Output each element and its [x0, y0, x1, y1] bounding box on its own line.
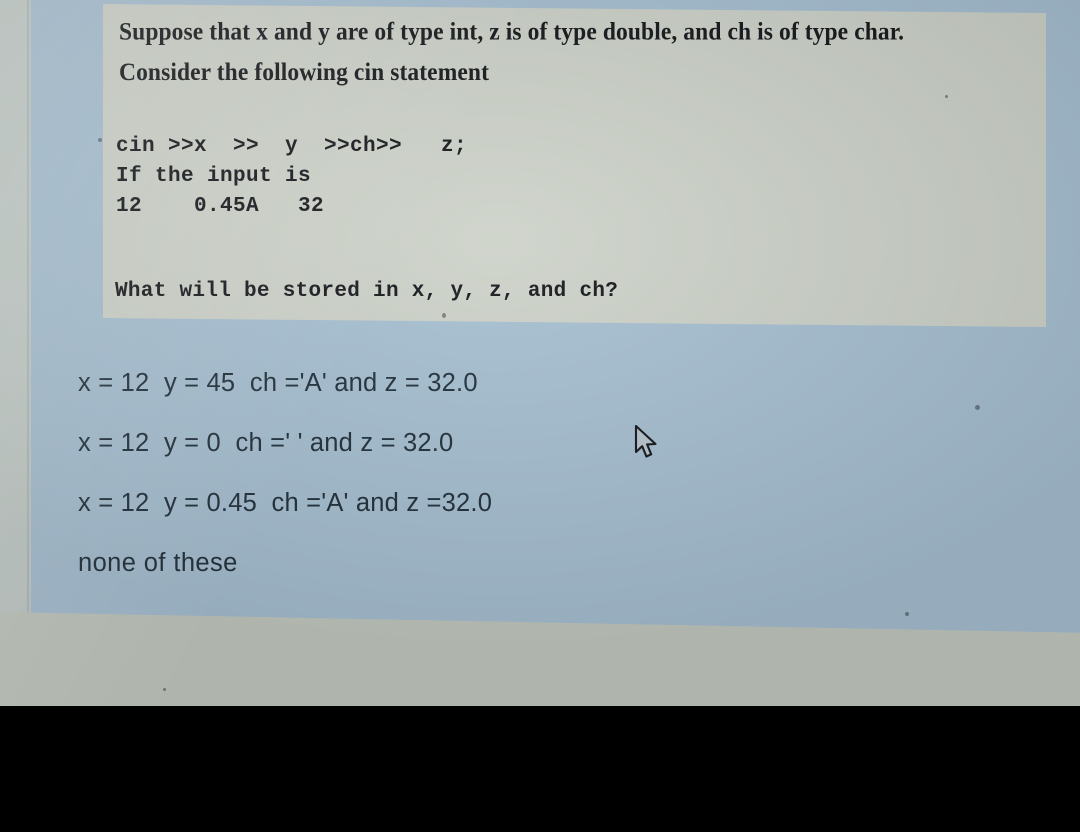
screenshot-root: Suppose that x and y are of type int, z …: [0, 0, 1080, 832]
code-snippet: cin >>x >> y >>ch>> z; If the input is 1…: [116, 132, 467, 222]
bottom-letterbox-bar: [0, 706, 1080, 832]
answer-options-list: x = 12 y = 45 ch ='A' and z = 32.0 x = 1…: [78, 358, 978, 588]
page-edge-fold-line: [27, 0, 29, 640]
answer-option-c[interactable]: x = 12 y = 0.45 ch ='A' and z =32.0: [78, 478, 978, 528]
dust-speck: [945, 95, 948, 98]
question-stem-line-1: Suppose that x and y are of type int, z …: [119, 18, 905, 46]
question-prompt: What will be stored in x, y, z, and ch?: [115, 280, 619, 303]
question-card: Suppose that x and y are of type int, z …: [103, 4, 1046, 328]
question-stem: Suppose that x and y are of type int, z …: [119, 12, 1049, 93]
dust-speck: [163, 688, 166, 691]
code-line-cin: cin >>x >> y >>ch>> z;: [116, 135, 468, 158]
answer-option-b[interactable]: x = 12 y = 0 ch =' ' and z = 32.0: [78, 418, 978, 468]
answer-option-d[interactable]: none of these: [78, 538, 978, 588]
code-line-input-values: 12 0.45A 32: [116, 195, 325, 218]
dust-speck: [442, 313, 446, 318]
dust-speck: [98, 138, 102, 142]
dust-speck: [975, 405, 980, 410]
question-stem-line-2: Consider the following cin statement: [119, 58, 490, 87]
dust-speck: [905, 612, 909, 616]
question-card-content: Suppose that x and y are of type int, z …: [103, 4, 1046, 318]
answer-option-a[interactable]: x = 12 y = 45 ch ='A' and z = 32.0: [78, 358, 978, 408]
photographed-screen: Suppose that x and y are of type int, z …: [0, 0, 1080, 706]
code-line-input-label: If the input is: [116, 165, 312, 188]
